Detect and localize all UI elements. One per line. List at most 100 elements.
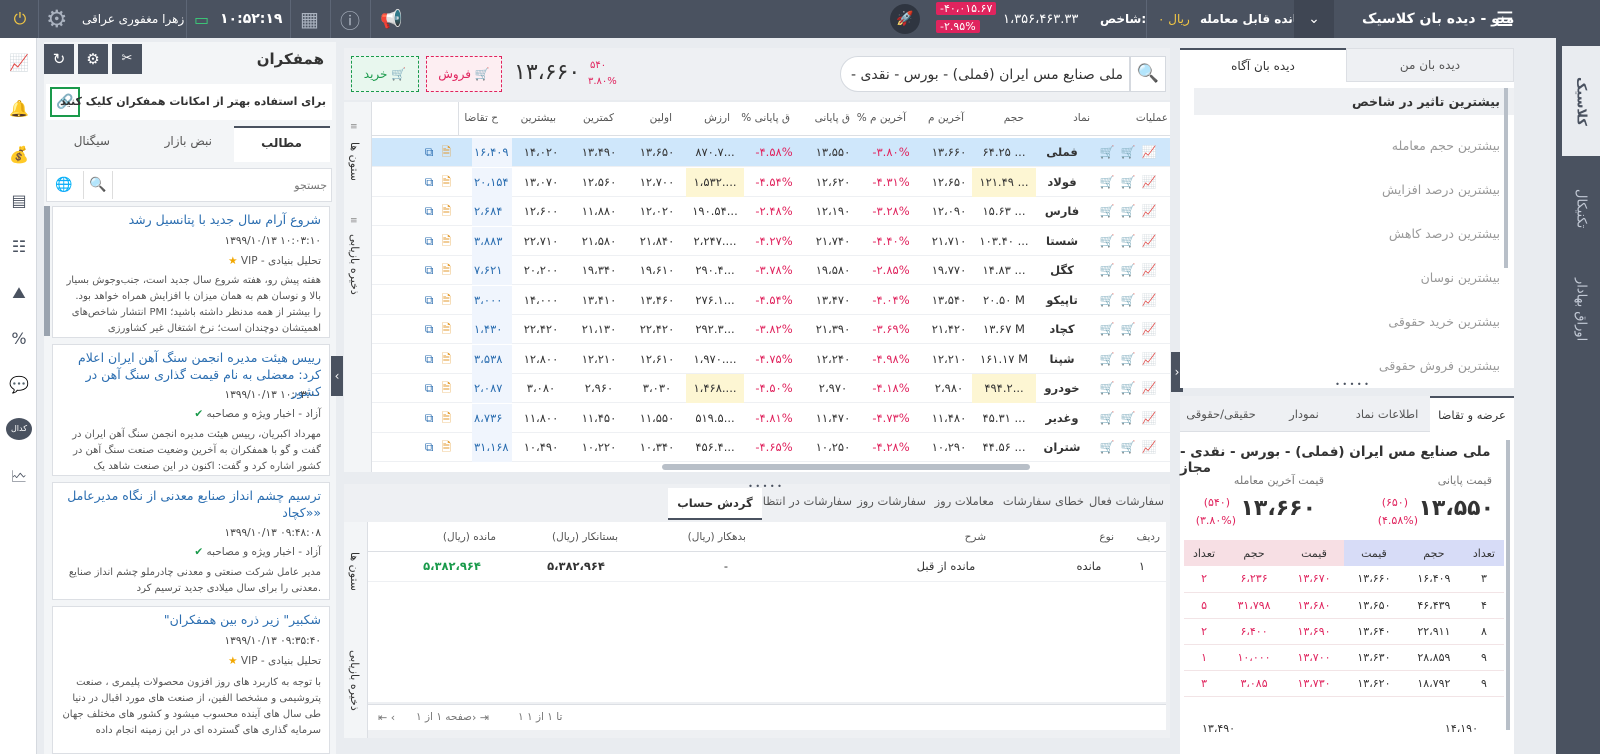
symbol-search-input[interactable] [849,63,1123,87]
buy-cart-icon[interactable]: 🛒 [1100,204,1115,218]
column-header[interactable]: ردیف [1136,531,1160,543]
kedal-icon[interactable]: کدال [6,418,32,440]
column-header[interactable]: % ق پایانی [741,112,790,124]
sell-cart-icon[interactable]: 🛒 [1121,234,1136,248]
peers-promo[interactable]: 🔗 برای استفاده بهتر از امکانات همفکران ک… [46,84,332,120]
buy-cart-icon[interactable]: 🛒 [1100,263,1115,277]
save-restore-button[interactable]: ذخیره بازیابی [348,234,361,295]
tools-icon[interactable]: ✂ [112,44,142,74]
percent-icon[interactable]: % [8,328,30,350]
open-external-icon[interactable]: ⧉ [425,381,434,395]
column-header[interactable]: ح تقاضا [464,112,498,124]
chart-mountain-icon[interactable]: ⛰ [8,282,30,304]
tab-classic[interactable]: کلاسیک [1562,46,1600,156]
buy-cart-icon[interactable]: 🛒 [1100,175,1115,189]
note-icon[interactable]: 🗎 [441,411,451,425]
chart-icon[interactable]: 📈 [1141,322,1156,336]
chart-icon[interactable]: 📈 [1141,411,1156,425]
tab-securities[interactable]: اوراق بهادار [1566,260,1596,360]
horizontal-scrollbar[interactable] [662,464,1030,470]
symbol-search[interactable] [840,56,1130,92]
column-header[interactable]: بدهکار (ریال) [688,531,746,543]
sell-cart-icon[interactable]: 🛒 [1121,411,1136,425]
chart-icon[interactable]: 📈 [1141,145,1156,159]
table-row[interactable]: 🛒 🛒 📈 فولاد ۱۲۱.۴۹ ... ۱۲،۶۵۰ -۴.۳۱% ۱۲،۶۲۰ -۴.۵… [372,167,1170,197]
buy-cart-icon[interactable]: 🛒 [1100,352,1115,366]
settings-gear-icon[interactable]: ⚙ [46,0,68,38]
note-icon[interactable]: 🗎 [441,263,451,277]
open-external-icon[interactable]: ⧉ [425,440,434,454]
sell-cart-icon[interactable]: 🛒 [1121,440,1136,454]
column-header[interactable]: کمترین [583,112,614,124]
column-header[interactable]: مانده (ریال) [443,531,496,543]
search-icon[interactable]: 🔍 [83,171,113,199]
tab-active-orders[interactable]: سفارشات فعال [1089,494,1164,508]
table-row[interactable]: 🛒 🛒 📈 کچاد ۱۳.۶۷ M ۲۱،۴۲۰ -۳.۶۹% ۲۱،۳۹۰ -۳.۸۲% ۲۹… [372,315,1170,344]
coin-bag-icon[interactable]: 💰 [8,144,30,166]
open-external-icon[interactable]: ⧉ [425,175,434,189]
orderbook-row[interactable]: ۳ ۳،۰۸۵ ۱۳،۷۳۰ ۱۳،۶۲۰ ۱۸،۷۹۲ ۹ [1184,670,1504,697]
watchlist-item[interactable]: بیشترین درصد افزایش [1194,182,1514,197]
chart-icon[interactable]: 📈 [1141,352,1156,366]
column-header[interactable]: بستانکار (ریال) [552,531,618,543]
chart-icon[interactable]: 📈 [1141,263,1156,277]
news-item[interactable]: ترسیم چشم انداز صنایع معدنی از نگاه مدیر… [52,482,330,600]
tab-daily-trades[interactable]: معاملات روز [935,494,994,508]
pager-first-icon[interactable]: ⇤ ‹ [378,711,395,724]
drag-handle-icon[interactable]: ≡ [350,122,358,132]
table-row[interactable]: 🛒 🛒 📈 فملی ۶۴.۲۵ ... ۱۳،۶۶۰ -۳.۸۰% ۱۳،۵۵۰ -۴.۵۸%… [372,138,1170,167]
collapse-left-panel-icon[interactable]: ‹ [331,356,343,396]
power-icon[interactable]: ⏻ [8,0,32,38]
tab-symbol-info[interactable]: اطلاعات نماد [1346,396,1428,432]
news-item[interactable]: رییس هیئت مدیره انجمن سنگ آهن ایران اعلا… [52,344,330,476]
help-chat-icon[interactable]: 💬 [8,374,30,396]
buy-cart-icon[interactable]: 🛒 [1100,381,1115,395]
tab-my-watchlist[interactable]: دیده بان من [1346,48,1514,82]
refresh-icon[interactable]: ↻ [44,44,74,74]
rocket-icon[interactable]: 🚀 [890,4,920,34]
orderbook-scrollbar[interactable] [1506,440,1510,730]
buy-cart-icon[interactable]: 🛒 [1100,322,1115,336]
column-header[interactable]: عملیات [1136,112,1168,124]
tab-signal[interactable]: سیگنال [44,126,138,162]
open-external-icon[interactable]: ⧉ [425,263,434,277]
save-restore-button[interactable]: ذخیره بازیابی [348,650,361,711]
note-icon[interactable]: 🗎 [441,234,451,248]
chart-icon[interactable]: 📈 [1141,175,1156,189]
table-row[interactable]: ۱ مانده مانده از قبل - ۵،۳۸۲،۹۶۴ ۵،۳۸۲،۹… [368,552,1166,582]
buy-cart-icon[interactable]: 🛒 [1100,145,1115,159]
table-row[interactable]: 🛒 🛒 📈 شستا ۱۰۳.۴۰ ... ۲۱،۷۱۰ -۴.۴۰% ۲۱،۷۴۰ -۴.۲۷… [372,226,1170,256]
table-row[interactable]: 🛒 🛒 📈 کگل ۱۴.۸۳ ... ۱۹،۷۷۰ -۲.۸۵% ۱۹،۵۸۰ -۳.۷۸% ۲… [372,256,1170,285]
tab-daily-orders[interactable]: سفارشات روز [857,494,926,508]
news-title[interactable]: "شکبیر" زیر ذره بین همفکران [59,611,321,628]
globe-icon[interactable]: 🌐 [49,171,79,199]
user-name[interactable]: زهرا مغفوری عراقی [82,0,184,38]
note-icon[interactable]: 🗎 [441,352,451,366]
tab-agah-watchlist[interactable]: دیده بان آگاه [1180,48,1346,82]
peers-search-input[interactable] [117,173,327,197]
open-external-icon[interactable]: ⧉ [425,234,434,248]
news-item[interactable]: شروع آرام سال جدید با پتانسیل رشد ۱۳۹۹/۱… [52,206,330,338]
tab-daily-statement[interactable]: گردش حساب روز [668,488,762,540]
sell-cart-icon[interactable]: 🛒 [1121,352,1136,366]
sell-cart-icon[interactable]: 🛒 [1121,175,1136,189]
help-icon[interactable]: ⓘ [340,0,360,38]
open-external-icon[interactable]: ⧉ [425,204,434,218]
list-icon[interactable]: ☷ [8,236,30,258]
buy-button[interactable]: خرید 🛒 [351,56,419,92]
column-header[interactable]: حجم [1004,112,1024,124]
columns-button[interactable]: ستون ها [348,552,361,591]
settings-icon[interactable]: ⚙ [78,44,108,74]
watchlist-item[interactable]: بیشترین درصد کاهش [1194,226,1514,241]
table-row[interactable]: 🛒 🛒 📈 خودرو ۴۹۴.۲... ۲،۹۸۰ -۴.۱۸% ۲،۹۷۰ -۴.۵۰% ۱،… [372,374,1170,403]
note-icon[interactable]: 🗎 [441,204,451,218]
document-icon[interactable]: ▤ [8,190,30,212]
tab-articles[interactable]: مطالب [234,126,330,162]
menu-title[interactable]: منو - دیده بان کلاسیک [1362,0,1514,38]
column-header[interactable]: اولین [650,112,672,124]
chart-icon[interactable]: 📈 [1141,381,1156,395]
watchlist-item[interactable]: بیشترین تاثیر در شاخص [1194,88,1514,115]
column-header[interactable]: شرح [965,531,986,543]
columns-button[interactable]: ستون ها [348,142,361,181]
open-external-icon[interactable]: ⧉ [425,293,434,307]
